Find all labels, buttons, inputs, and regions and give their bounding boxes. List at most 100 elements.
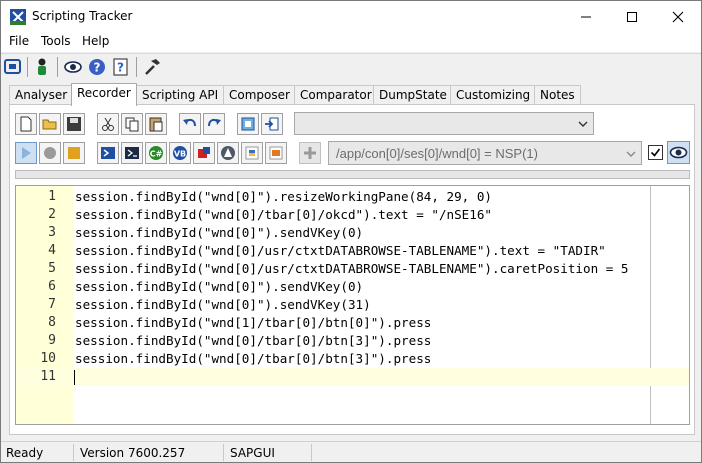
tab-customizing[interactable]: Customizing	[450, 85, 537, 105]
paste-icon[interactable]	[145, 113, 167, 135]
code-line[interactable]: 7 session.findById("wnd[0]").sendVKey(31)	[16, 296, 689, 314]
menu-bar: File Tools Help	[1, 32, 701, 52]
svg-text:VB: VB	[174, 150, 186, 159]
progress-bar	[15, 170, 690, 179]
play-icon[interactable]	[15, 142, 37, 164]
app-logo-icon	[10, 9, 26, 25]
line-code: session.findById("wnd[1]/tbar[0]/btn[0]"…	[75, 315, 432, 330]
line-number: 8	[48, 315, 56, 330]
hammer-icon[interactable]	[142, 57, 162, 77]
script-editor[interactable]: 1 session.findById("wnd[0]").resizeWorkin…	[15, 185, 690, 425]
window-title: Scripting Tracker	[32, 9, 133, 23]
line-number: 1	[48, 189, 56, 204]
line-number: 10	[40, 351, 56, 366]
code-line[interactable]: 9 session.findById("wnd[0]/tbar[0]/btn[3]…	[16, 332, 689, 350]
line-number: 11	[40, 369, 56, 384]
python-icon[interactable]	[241, 142, 263, 164]
highlight-checkbox[interactable]	[648, 145, 663, 160]
menu-tools[interactable]: Tools	[41, 34, 71, 48]
status-separator	[73, 444, 74, 461]
line-code: session.findById("wnd[0]/usr/ctxtDATABRO…	[75, 261, 629, 276]
menu-help[interactable]: Help	[82, 34, 109, 48]
help-icon[interactable]: ?	[87, 57, 107, 77]
redo-icon[interactable]	[203, 113, 225, 135]
code-line[interactable]: 4 session.findById("wnd[0]/usr/ctxtDATABR…	[16, 242, 689, 260]
text-caret	[74, 370, 75, 385]
status-separator	[223, 444, 224, 461]
user-icon[interactable]	[32, 57, 52, 77]
eye-toggle-button[interactable]	[667, 141, 690, 164]
add-icon[interactable]	[299, 142, 321, 164]
line-code: session.findById("wnd[0]/tbar[0]/btn[3]"…	[75, 351, 432, 366]
chevron-down-icon	[577, 118, 589, 133]
connection-tree-icon[interactable]	[3, 57, 23, 77]
status-separator	[311, 444, 312, 461]
minimize-button[interactable]	[563, 1, 609, 32]
tab-notes[interactable]: Notes	[534, 85, 581, 105]
tab-recorder[interactable]: Recorder	[71, 83, 137, 106]
maximize-button[interactable]	[609, 1, 655, 32]
status-state: Ready	[6, 446, 44, 460]
new-file-icon[interactable]	[15, 113, 37, 135]
line-number: 6	[48, 279, 56, 294]
code-line[interactable]: 2 session.findById("wnd[0]/tbar[0]/okcd")…	[16, 206, 689, 224]
open-folder-icon[interactable]	[39, 113, 61, 135]
undo-icon[interactable]	[179, 113, 201, 135]
tab-dumpstate[interactable]: DumpState	[373, 85, 453, 105]
code-line[interactable]: 10 session.findById("wnd[0]/tbar[0]/btn[3…	[16, 350, 689, 368]
sap-icon[interactable]	[265, 142, 287, 164]
line-code: session.findById("wnd[0]/usr/ctxtDATABRO…	[75, 243, 606, 258]
svg-text:?: ?	[94, 61, 101, 75]
eye-icon	[669, 146, 688, 159]
line-number: 9	[48, 333, 56, 348]
object-path-combo[interactable]: /app/con[0]/ses[0]/wnd[0] = NSP(1)	[328, 141, 642, 165]
code-line[interactable]: 3 session.findById("wnd[0]").sendVKey(0)	[16, 224, 689, 242]
status-version: Version 7600.257	[80, 446, 186, 460]
cut-icon[interactable]	[97, 113, 119, 135]
tab-composer[interactable]: Composer	[223, 85, 296, 105]
line-code: session.findById("wnd[0]").sendVKey(0)	[75, 225, 364, 240]
powershell-icon[interactable]	[97, 142, 119, 164]
record-icon[interactable]	[39, 142, 61, 164]
code-line[interactable]: 5 session.findById("wnd[0]/usr/ctxtDATABR…	[16, 260, 689, 278]
svg-text:?: ?	[117, 61, 124, 75]
export-icon[interactable]	[261, 113, 283, 135]
code-line[interactable]: 6 session.findById("wnd[0]").sendVKey(0)	[16, 278, 689, 296]
line-number: 3	[48, 225, 56, 240]
code-line[interactable]: 8 session.findById("wnd[1]/tbar[0]/btn[0]…	[16, 314, 689, 332]
line-number: 5	[48, 261, 56, 276]
object-path-value: /app/con[0]/ses[0]/wnd[0] = NSP(1)	[336, 146, 538, 161]
line-number: 4	[48, 243, 56, 258]
vb-icon[interactable]: VB	[169, 142, 191, 164]
status-bar: Ready Version 7600.257 SAPGUI	[1, 441, 701, 462]
toolbar-separator	[136, 57, 137, 77]
code-line[interactable]: 1 session.findById("wnd[0]").resizeWorkin…	[16, 188, 689, 206]
line-code: session.findById("wnd[0]").sendVKey(31)	[75, 297, 371, 312]
line-code: session.findById("wnd[0]/tbar[0]/btn[3]"…	[75, 333, 432, 348]
autoit-icon[interactable]	[217, 142, 239, 164]
code-line[interactable]: 11	[16, 368, 689, 386]
tab-comparator[interactable]: Comparator	[294, 85, 378, 105]
toolbar-separator	[27, 57, 28, 77]
tab-analyser[interactable]: Analyser	[9, 85, 74, 105]
script-language-combo[interactable]	[294, 112, 594, 135]
stop-icon[interactable]	[63, 142, 85, 164]
c-icon[interactable]	[193, 142, 215, 164]
chevron-down-icon	[625, 148, 637, 163]
help-book-icon[interactable]: ?	[111, 57, 131, 77]
eye-icon[interactable]	[63, 57, 83, 77]
console-icon[interactable]	[121, 142, 143, 164]
csharp-icon[interactable]: C#	[145, 142, 167, 164]
copy-to-clipboard-icon[interactable]	[237, 113, 259, 135]
line-number: 2	[48, 207, 56, 222]
save-icon[interactable]	[63, 113, 85, 135]
line-number: 7	[48, 297, 56, 312]
tab-scripting-api[interactable]: Scripting API	[136, 85, 225, 105]
copy-icon[interactable]	[121, 113, 143, 135]
menu-file[interactable]: File	[9, 34, 29, 48]
svg-text:C#: C#	[150, 150, 163, 159]
close-button[interactable]	[655, 1, 701, 32]
line-code: session.findById("wnd[0]").sendVKey(0)	[75, 279, 364, 294]
toolbar-separator	[57, 57, 58, 77]
scripting-tracker-window: Scripting Tracker File Tools Help ? ? An…	[0, 0, 702, 463]
